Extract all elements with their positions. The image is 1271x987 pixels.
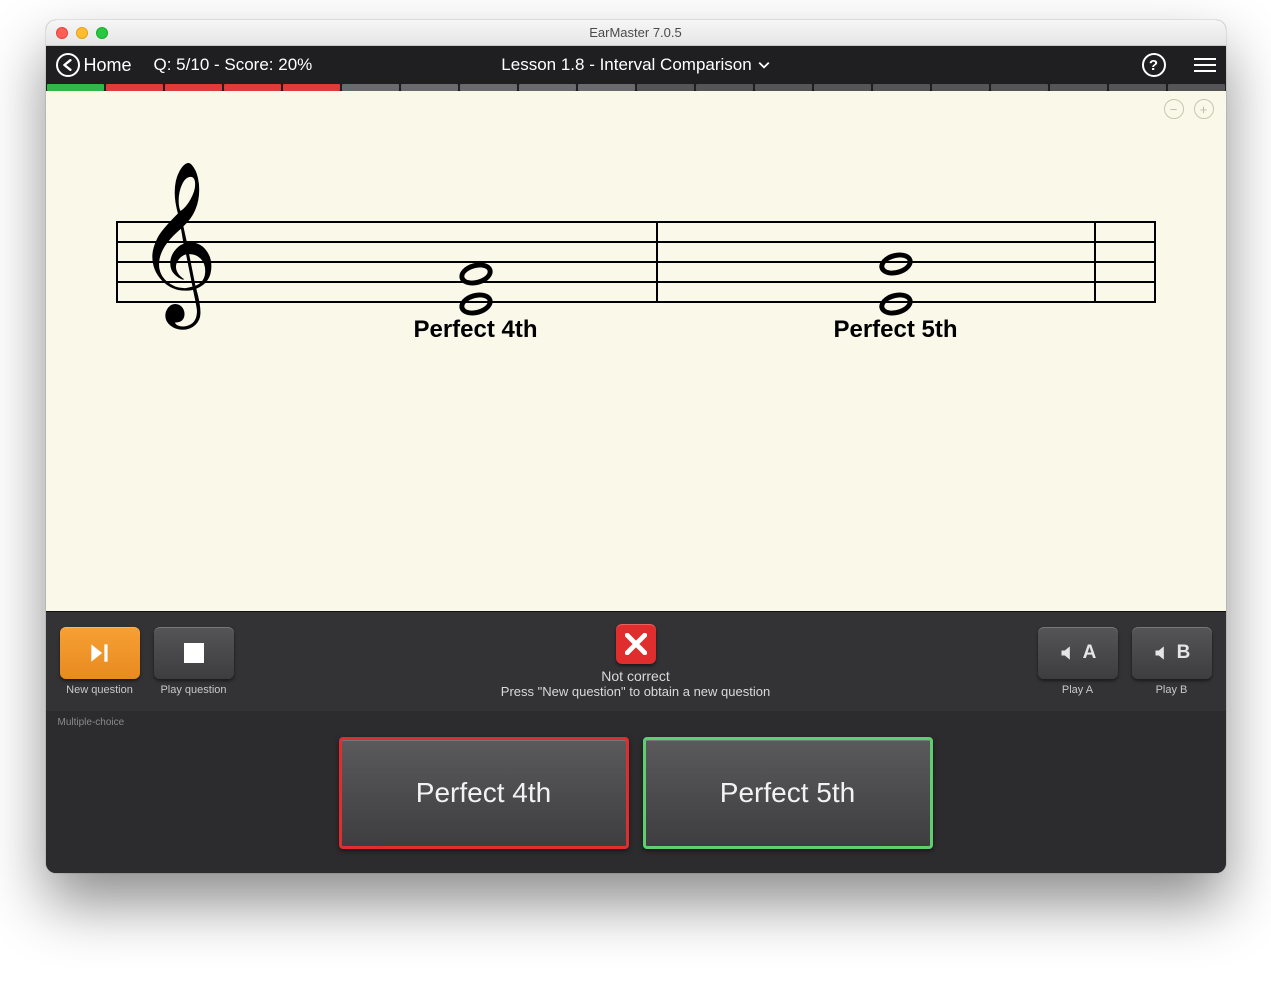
chevron-down-icon [758,59,770,71]
progress-segment [755,84,812,91]
answer-option-a[interactable]: Perfect 4th [339,737,629,849]
progress-segment [873,84,930,91]
interval-a-label: Perfect 4th [413,316,537,344]
progress-segment [283,84,340,91]
progress-segment [519,84,576,91]
progress-segment [106,84,163,91]
progress-segment [1109,84,1166,91]
progress-segment [696,84,753,91]
progress-segment [932,84,989,91]
treble-clef-icon: 𝄞 [136,173,219,313]
music-staff: 𝄞 Perfect 4th Perfect 5th [116,221,1156,301]
progress-segment [47,84,104,91]
feedback: Not correct Press "New question" to obta… [46,624,1226,699]
answer-mode-label: Multiple-choice [58,717,125,728]
lesson-dropdown[interactable]: Lesson 1.8 - Interval Comparison [501,55,769,75]
progress-segment [1168,84,1225,91]
score-text: Q: 5/10 - Score: 20% [154,55,313,75]
app-window: EarMaster 7.0.5 Home Q: 5/10 - Score: 20… [46,20,1226,873]
interval-b-label: Perfect 5th [833,316,957,344]
notation-canvas: − + 𝄞 Perfect 4th [46,91,1226,611]
answer-area: Multiple-choice Perfect 4th Perfect 5th [46,711,1226,873]
answer-option-b-label: Perfect 5th [720,777,855,809]
progress-bar [46,84,1226,91]
window-title: EarMaster 7.0.5 [46,25,1226,40]
progress-segment [637,84,694,91]
progress-segment [1050,84,1107,91]
progress-segment [224,84,281,91]
zoom-out-button[interactable]: − [1164,99,1184,119]
home-button[interactable]: Home [56,53,132,77]
back-arrow-icon [56,53,80,77]
feedback-title: Not correct [46,668,1226,684]
help-icon: ? [1149,57,1158,74]
progress-segment [814,84,871,91]
titlebar: EarMaster 7.0.5 [46,20,1226,46]
hamburger-icon [1194,58,1216,60]
help-button[interactable]: ? [1142,53,1166,77]
answer-option-b[interactable]: Perfect 5th [643,737,933,849]
progress-segment [342,84,399,91]
menu-button[interactable] [1194,58,1216,72]
zoom-in-button[interactable]: + [1194,99,1214,119]
feedback-hint: Press "New question" to obtain a new que… [46,684,1226,699]
progress-segment [991,84,1048,91]
home-label: Home [84,55,132,76]
app-header: Home Q: 5/10 - Score: 20% Lesson 1.8 - I… [46,46,1226,84]
progress-segment [460,84,517,91]
progress-segment [165,84,222,91]
progress-segment [578,84,635,91]
control-bar: New question Play question Not correct P… [46,611,1226,711]
answer-option-a-label: Perfect 4th [416,777,551,809]
incorrect-icon [616,624,656,664]
progress-segment [401,84,458,91]
lesson-title: Lesson 1.8 - Interval Comparison [501,55,751,75]
